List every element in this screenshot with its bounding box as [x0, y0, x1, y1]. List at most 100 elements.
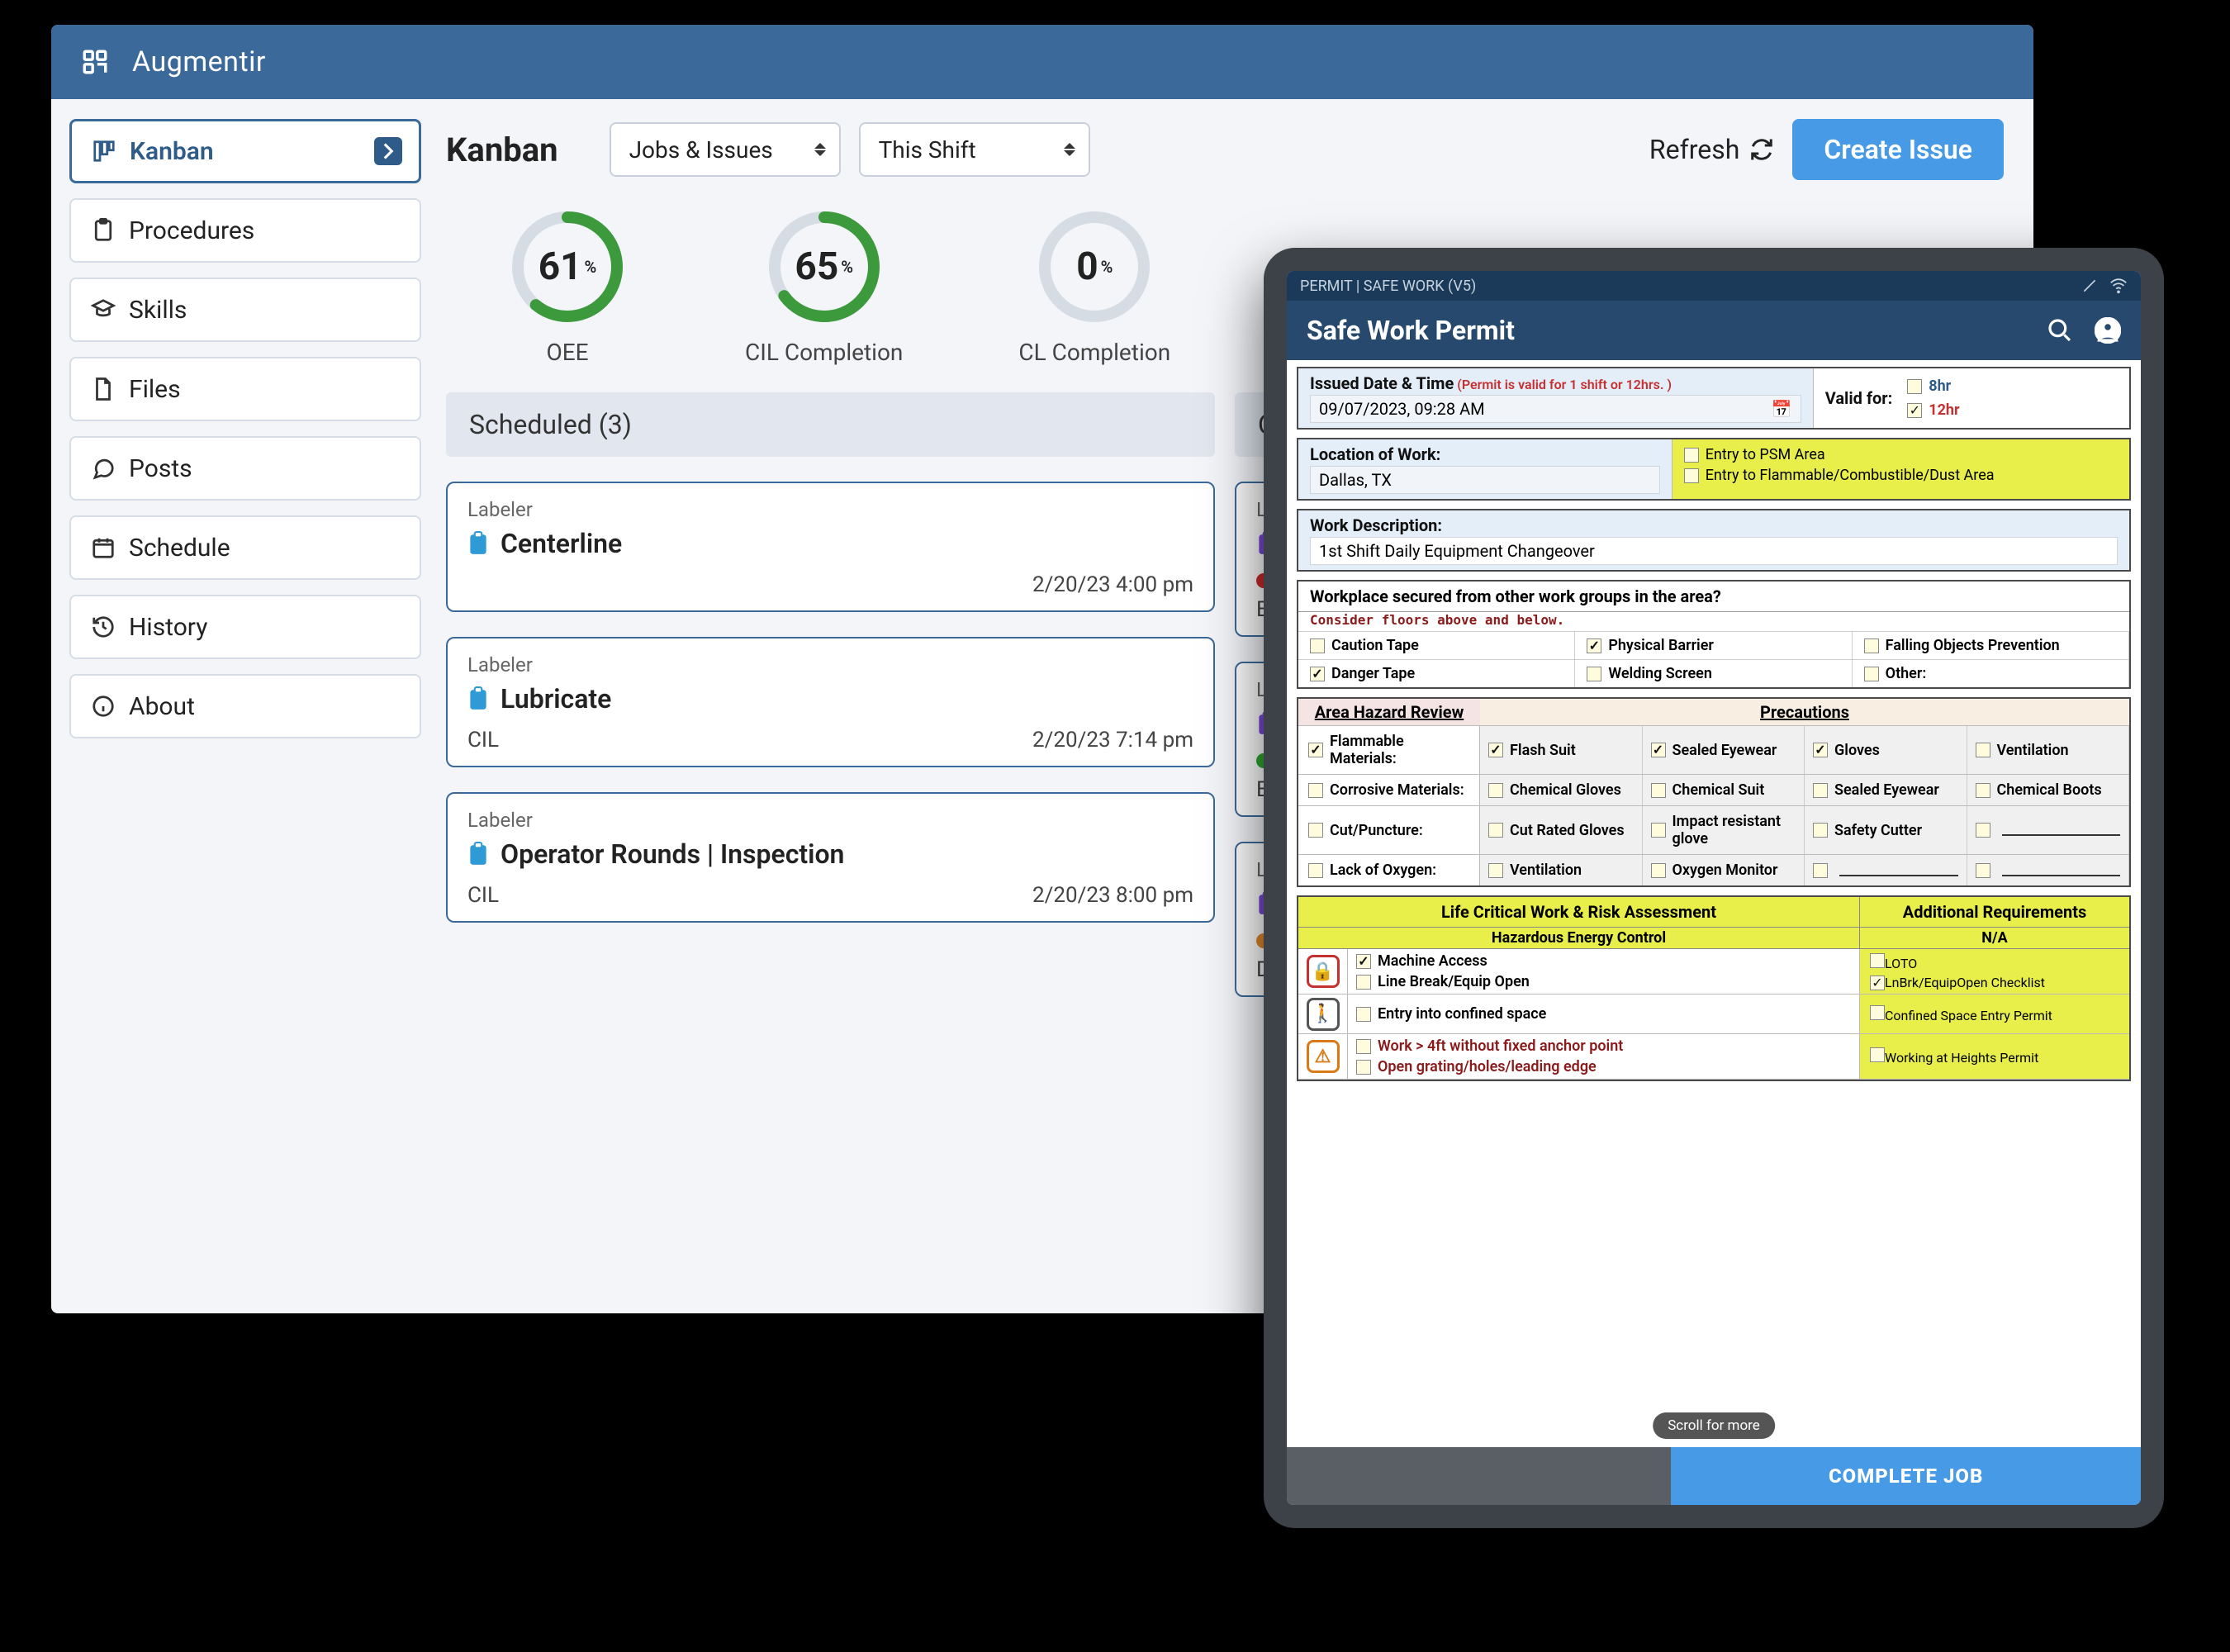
precaution-check[interactable]: Chemical Suit: [1643, 775, 1805, 805]
secure-check[interactable]: Other:: [1853, 659, 2129, 687]
workdesc-value: 1st Shift Daily Equipment Changeover: [1319, 541, 1595, 561]
precaution-check[interactable]: [1967, 855, 2130, 885]
sidebar-item-skills[interactable]: Skills: [69, 278, 421, 342]
workdesc-input[interactable]: 1st Shift Daily Equipment Changeover: [1310, 537, 2118, 565]
gauge-cl-completion: 0% CL Completion: [1018, 205, 1170, 366]
risk-desc-check[interactable]: Line Break/Equip Open: [1356, 973, 1851, 990]
issued-label: Issued Date & Time: [1310, 373, 1454, 393]
entry-psm-label: Entry to PSM Area: [1706, 446, 1825, 463]
filter-type-select[interactable]: Jobs & Issues: [610, 122, 841, 177]
precaution-check[interactable]: Sealed Eyewear: [1805, 775, 1967, 805]
filter-type-label: Jobs & Issues: [629, 136, 773, 164]
sidebar-item-files[interactable]: Files: [69, 357, 421, 421]
secure-check[interactable]: Danger Tape: [1298, 659, 1575, 687]
page-title: Kanban: [446, 131, 558, 169]
risk-row: 🔒Machine AccessLine Break/Equip OpenLOTO…: [1298, 949, 2129, 995]
clipboard-icon: [467, 686, 489, 711]
app-name: Augmentir: [132, 45, 266, 78]
precaution-check[interactable]: Chemical Boots: [1967, 775, 2130, 805]
user-icon[interactable]: [2095, 317, 2121, 344]
precaution-check[interactable]: Gloves: [1805, 726, 1967, 774]
files-icon: [91, 377, 116, 401]
sidebar-item-posts[interactable]: Posts: [69, 436, 421, 501]
sidebar-item-history[interactable]: History: [69, 595, 421, 659]
tablet-footer: COMPLETE JOB: [1287, 1447, 2141, 1505]
entry-flam-label: Entry to Flammable/Combustible/Dust Area: [1706, 467, 1995, 484]
risk-desc-check[interactable]: Work > 4ft without fixed anchor point: [1356, 1037, 1851, 1055]
validfor-12hr[interactable]: 12hr: [1907, 400, 1959, 420]
validfor-label: Valid for:: [1825, 388, 1893, 408]
sidebar-item-about[interactable]: About: [69, 674, 421, 738]
hazard-head-a: Area Hazard Review: [1298, 699, 1480, 725]
search-icon[interactable]: [2047, 317, 2073, 344]
validfor-8hr[interactable]: 8hr: [1907, 376, 1959, 396]
refresh-icon: [1749, 137, 1774, 162]
toolbar: Kanban Jobs & Issues This Shift Refresh …: [446, 119, 2004, 180]
card-title: Operator Rounds | Inspection: [501, 838, 844, 870]
risk-desc-check[interactable]: Machine Access: [1356, 952, 1851, 970]
precaution-check[interactable]: [1967, 806, 2130, 854]
filter-time-select[interactable]: This Shift: [859, 122, 1090, 177]
hazard-label[interactable]: Cut/Puncture:: [1298, 806, 1480, 854]
precaution-check[interactable]: Oxygen Monitor: [1643, 855, 1805, 885]
hazard-row: Corrosive Materials:Chemical GlovesChemi…: [1298, 774, 2129, 805]
precaution-check[interactable]: Chemical Gloves: [1480, 775, 1643, 805]
hazard-label[interactable]: Corrosive Materials:: [1298, 775, 1480, 805]
secure-check[interactable]: Welding Screen: [1575, 659, 1852, 687]
entry-flam-check[interactable]: Entry to Flammable/Combustible/Dust Area: [1684, 465, 2118, 486]
kanban-card[interactable]: LabelerOperator Rounds | InspectionCIL2/…: [446, 792, 1215, 923]
complete-job-button[interactable]: COMPLETE JOB: [1671, 1447, 2141, 1505]
kanban-card[interactable]: LabelerCenterline2/20/23 4:00 pm: [446, 482, 1215, 612]
hazard-head-b: Precautions: [1480, 699, 2129, 725]
hazard-label[interactable]: Lack of Oxygen:: [1298, 855, 1480, 885]
precaution-check[interactable]: Cut Rated Gloves: [1480, 806, 1643, 854]
secure-sub: Consider floors above and below.: [1298, 612, 2129, 631]
refresh-label: Refresh: [1649, 134, 1739, 165]
tablet-body[interactable]: Issued Date & Time (Permit is valid for …: [1287, 360, 2141, 1447]
workdesc-section: Work Description: 1st Shift Daily Equipm…: [1297, 509, 2131, 572]
location-input[interactable]: Dallas, TX: [1310, 466, 1660, 494]
kanban-card[interactable]: LabelerLubricateCIL2/20/23 7:14 pm: [446, 637, 1215, 767]
risk-desc-check[interactable]: Entry into confined space: [1356, 1005, 1851, 1023]
entry-psm-check[interactable]: Entry to PSM Area: [1684, 444, 2118, 465]
skills-icon: [91, 297, 116, 322]
hazard-row: Cut/Puncture:Cut Rated GlovesImpact resi…: [1298, 805, 2129, 854]
location-section: Location of Work: Dallas, TX Entry to PS…: [1297, 438, 2131, 501]
precaution-check[interactable]: [1805, 855, 1967, 885]
gauge-label: CL Completion: [1018, 339, 1170, 366]
refresh-button[interactable]: Refresh: [1649, 134, 1774, 165]
sidebar-item-label: Procedures: [129, 216, 254, 245]
sidebar-item-procedures[interactable]: Procedures: [69, 198, 421, 263]
precaution-check[interactable]: Ventilation: [1967, 726, 2130, 774]
issued-section: Issued Date & Time (Permit is valid for …: [1297, 367, 2131, 430]
secure-check[interactable]: Physical Barrier: [1575, 631, 1852, 659]
sidebar-item-kanban[interactable]: Kanban: [69, 119, 421, 183]
risk-icon: ⚠: [1307, 1040, 1340, 1073]
hazard-label[interactable]: Flammable Materials:: [1298, 726, 1480, 774]
secure-check[interactable]: Falling Objects Prevention: [1853, 631, 2129, 659]
filter-time-label: This Shift: [879, 136, 976, 164]
precaution-check[interactable]: Sealed Eyewear: [1643, 726, 1805, 774]
risk-req-check[interactable]: LnBrk/EquipOpen Checklist: [1870, 975, 2119, 990]
donut-icon: 0%: [1032, 205, 1156, 329]
precaution-check[interactable]: Ventilation: [1480, 855, 1643, 885]
risk-req-check[interactable]: Working at Heights Permit: [1870, 1047, 2119, 1066]
precaution-check[interactable]: Impact resistant glove: [1643, 806, 1805, 854]
sidebar-item-schedule[interactable]: Schedule: [69, 515, 421, 580]
secure-check[interactable]: Caution Tape: [1298, 631, 1575, 659]
risk-sub-a: Hazardous Energy Control: [1298, 928, 1860, 948]
clipboard-icon: [467, 531, 489, 556]
tablet-title: Safe Work Permit: [1307, 315, 1515, 346]
issued-date-input[interactable]: 09/07/2023, 09:28 AM 📅: [1310, 395, 1801, 423]
precaution-check[interactable]: Safety Cutter: [1805, 806, 1967, 854]
sidebar-item-label: Schedule: [129, 534, 230, 563]
schedule-icon: [91, 535, 116, 560]
caret-icon: [814, 143, 826, 156]
precaution-check[interactable]: Flash Suit: [1480, 726, 1643, 774]
tablet-frame: PERMIT | SAFE WORK (V5) Safe Work Permit…: [1264, 248, 2164, 1528]
risk-req-check[interactable]: Confined Space Entry Permit: [1870, 1005, 2119, 1023]
risk-req-check[interactable]: LOTO: [1870, 953, 2119, 971]
wifi-icon: [2109, 277, 2128, 295]
risk-desc-check[interactable]: Open grating/holes/leading edge: [1356, 1058, 1851, 1075]
create-issue-button[interactable]: Create Issue: [1792, 119, 2004, 180]
